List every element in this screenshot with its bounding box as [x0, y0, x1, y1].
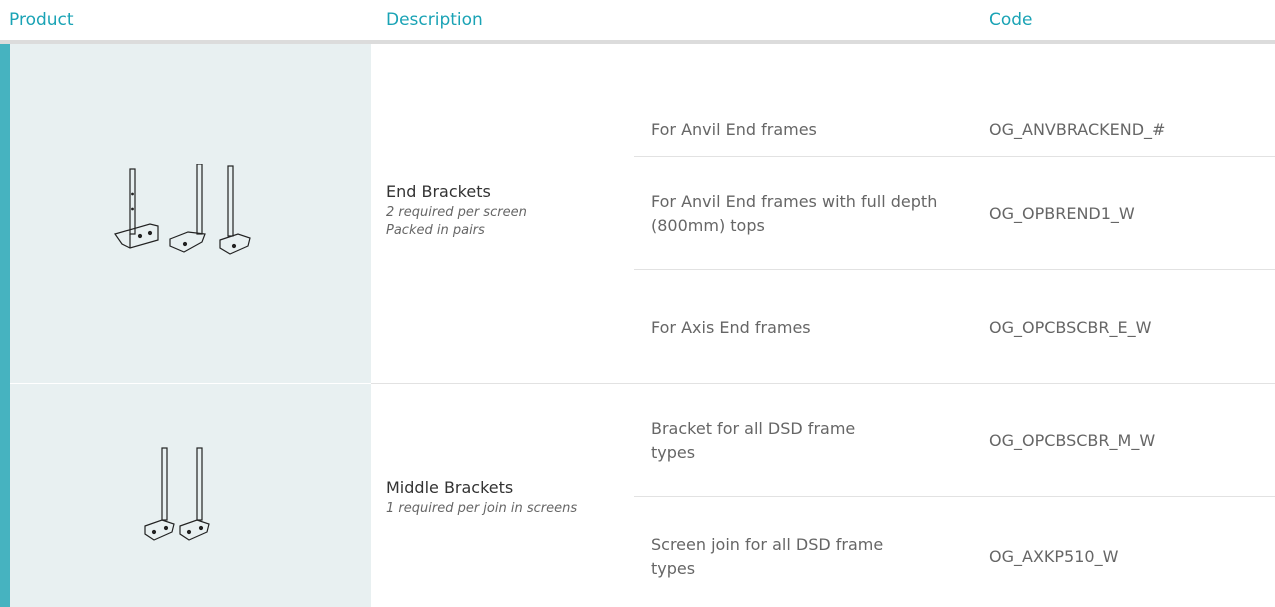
- header-product: Product: [9, 10, 74, 30]
- row-divider: [634, 156, 1275, 157]
- group-divider: [371, 383, 1275, 384]
- middle-brackets-description: Middle Brackets 1 required per join in s…: [386, 478, 577, 518]
- end-brackets-description: End Brackets 2 required per screen Packe…: [386, 182, 527, 240]
- header-description: Description: [386, 10, 483, 30]
- row-code: OG_AXKP510_W: [989, 547, 1119, 566]
- end-brackets-icon: [114, 164, 251, 255]
- product-note: 1 required per join in screens: [386, 501, 578, 516]
- middle-brackets-icon: [144, 447, 210, 541]
- end-brackets-image-cell: [10, 44, 371, 383]
- product-note: 2 required per screen: [386, 205, 527, 220]
- row-code: OG_OPCBSCBR_M_W: [989, 431, 1156, 450]
- row-code: OG_OPBREND1_W: [989, 204, 1135, 223]
- row-detail: For Axis End frames: [651, 318, 811, 337]
- row-detail: For Anvil End frames with full depth (80…: [651, 192, 938, 235]
- header-code: Code: [989, 10, 1033, 30]
- row-code: OG_OPCBSCBR_E_W: [989, 318, 1152, 337]
- row-detail: For Anvil End frames: [651, 120, 817, 139]
- row-code: OG_ANVBRACKEND_#: [989, 120, 1166, 139]
- product-name: Middle Brackets: [386, 478, 514, 497]
- table-header: Product Description Code: [0, 0, 1275, 44]
- product-note: Packed in pairs: [386, 223, 485, 238]
- row-detail: Screen join for all DSD frame types: [651, 535, 884, 578]
- row-divider: [634, 269, 1275, 270]
- row-detail: Bracket for all DSD frame types: [651, 419, 856, 462]
- row-divider: [634, 496, 1275, 497]
- accent-bar: [0, 44, 10, 607]
- product-name: End Brackets: [386, 182, 491, 201]
- middle-brackets-image-cell: [10, 384, 371, 607]
